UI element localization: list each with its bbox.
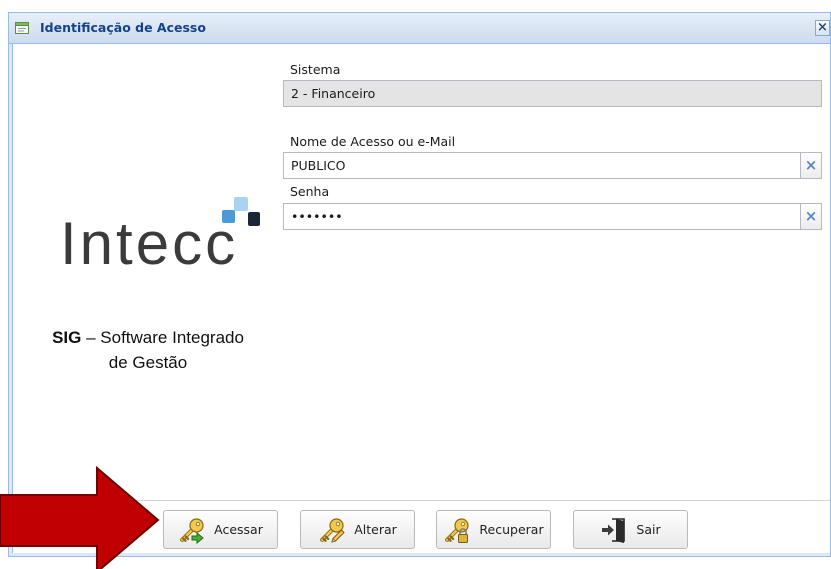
brand-tagline: SIG – Software Integrado de Gestão — [40, 325, 256, 375]
key-lock-icon — [445, 517, 470, 543]
acessar-label: Acessar — [214, 522, 263, 537]
key-enter-icon — [180, 517, 204, 544]
tagline-text: – Software Integrado — [86, 328, 244, 347]
sistema-field — [283, 80, 822, 107]
logo-mark-square-blue — [222, 210, 235, 223]
usuario-field: × — [283, 152, 822, 179]
sistema-label: Sistema — [290, 62, 341, 77]
logo-mark-square-dark — [248, 212, 260, 226]
logo-mark-square-light — [234, 197, 248, 211]
recuperar-label: Recuperar — [479, 522, 544, 537]
alterar-label: Alterar — [354, 522, 397, 537]
senha-input[interactable] — [284, 204, 800, 229]
usuario-clear-button[interactable]: × — [800, 153, 821, 178]
sistema-input — [284, 81, 821, 106]
title-bar[interactable]: Identificação de Acesso × — [9, 13, 830, 44]
usuario-input[interactable] — [284, 153, 800, 178]
tagline-line-1: SIG – Software Integrado — [40, 325, 256, 350]
sair-label: Sair — [636, 522, 661, 537]
exit-door-icon — [602, 517, 626, 543]
sair-button[interactable]: Sair — [573, 510, 688, 549]
key-edit-icon — [320, 517, 345, 543]
senha-clear-button[interactable]: × — [800, 204, 821, 229]
brand-logo: Intecc — [60, 210, 239, 277]
acessar-button[interactable]: Acessar — [163, 510, 278, 549]
annotation-arrow-shape — [0, 466, 160, 569]
senha-label: Senha — [290, 184, 330, 199]
form-window-icon — [15, 22, 29, 34]
tagline-acronym: SIG — [52, 328, 82, 347]
close-button[interactable]: × — [815, 20, 830, 36]
recuperar-button[interactable]: Recuperar — [436, 510, 551, 549]
senha-field: × — [283, 203, 822, 230]
window-title: Identificação de Acesso — [40, 20, 206, 35]
red-arrow-right-icon — [0, 466, 160, 569]
tagline-line-2: de Gestão — [108, 353, 188, 372]
alterar-button[interactable]: Alterar — [300, 510, 415, 549]
usuario-label: Nome de Acesso ou e-Mail — [290, 134, 456, 149]
